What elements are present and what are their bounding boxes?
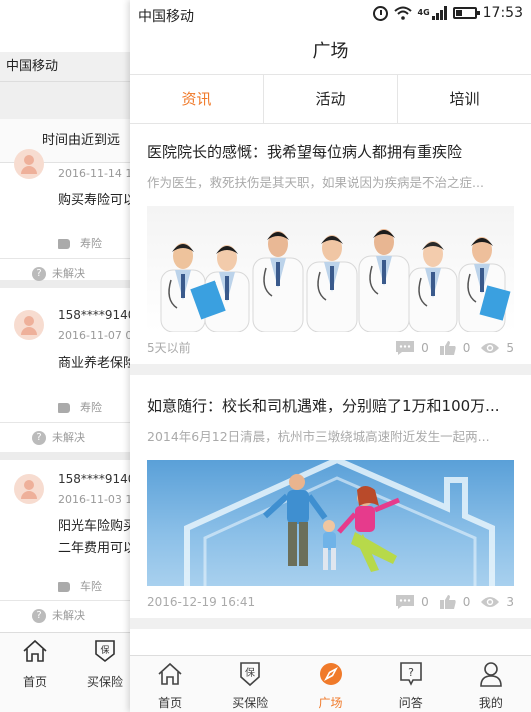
battery-icon <box>452 7 480 19</box>
article-time: 5天以前 <box>147 341 191 355</box>
tab-activities[interactable]: 活动 <box>264 75 398 123</box>
article-meta: 5天以前 0 0 5 <box>147 332 514 364</box>
question-icon: ? <box>399 662 422 686</box>
question-icon: ? <box>32 267 46 281</box>
doctors-illustration <box>160 229 511 332</box>
bg-question-title-line-1: 阳光车险购买 <box>58 519 137 534</box>
tag-icon <box>58 582 70 592</box>
bg-question-tag: 寿险 <box>58 399 102 415</box>
svg-text:保: 保 <box>245 666 255 679</box>
like-count[interactable]: 0 <box>439 332 470 364</box>
bg-status-area <box>0 0 140 52</box>
status-bar: 中国移动 4G 17:53 <box>130 0 531 30</box>
shield-icon: 保 <box>95 640 115 663</box>
avatar <box>14 149 44 179</box>
bg-carrier-label: 中国移动 <box>0 52 140 82</box>
bottom-tab-bar: 首页 保 买保险 广场 ? 问答 我的 <box>130 655 531 712</box>
tag-icon <box>58 403 70 413</box>
comment-count[interactable]: 0 <box>395 332 429 364</box>
article-card[interactable]: 如意随行：校长和司机遇难，分别赔了1万和100万... 2014年6月12日清晨… <box>130 375 531 618</box>
article-title: 医院院长的感慨：我希望每位病人都拥有重疾险 <box>147 143 463 161</box>
article-card[interactable]: 医院院长的感慨：我希望每位病人都拥有重疾险 作为医生，救死扶伤是其天职，如果说因… <box>130 124 531 364</box>
article-title: 如意随行：校长和司机遇难，分别赔了1万和100万... <box>147 397 500 415</box>
question-icon: ? <box>32 431 46 445</box>
svg-text:保: 保 <box>100 644 109 656</box>
bg-question-date: 2016-11-14 18 <box>58 167 140 180</box>
bg-question-status: ? 未解决 <box>0 258 140 288</box>
compass-icon <box>319 663 342 685</box>
bg-question-title: 购买寿险可以 <box>58 193 137 208</box>
eye-icon <box>481 597 500 607</box>
square-page: 中国移动 4G 17:53 广场 资讯 活动 培训 医院院长的感慨：我希望每位病… <box>130 0 531 712</box>
bg-question-title: 商业养老保险 <box>58 356 137 371</box>
avatar <box>14 310 44 340</box>
tab-home[interactable]: 首页 <box>130 656 210 712</box>
bg-question-title-line-2: 二年费用可以 <box>58 541 137 556</box>
thumbs-up-icon <box>439 341 456 355</box>
network-type-label: 4G <box>417 8 430 17</box>
bg-question-date: 2016-11-03 16 <box>58 493 140 506</box>
eye-icon <box>481 343 500 353</box>
bg-question-phone: 158****9140 <box>58 308 136 322</box>
avatar <box>14 474 44 504</box>
thumbs-up-icon <box>439 595 456 609</box>
comment-icon <box>396 341 415 355</box>
tag-icon <box>58 239 70 249</box>
tab-qa[interactable]: ? 问答 <box>371 656 451 712</box>
signal-icon <box>431 6 447 20</box>
tab-training[interactable]: 培训 <box>398 75 531 123</box>
comment-icon <box>396 595 415 609</box>
shield-icon: 保 <box>240 662 261 687</box>
article-summary: 作为医生，救死扶伤是其天职，如果说因为疾病是不治之症... <box>147 175 484 190</box>
question-icon: ? <box>32 609 46 623</box>
bg-question-card[interactable]: 2016-11-14 18 购买寿险可以 寿险 ? 未解决 <box>0 149 140 288</box>
bg-question-card[interactable]: 158****9140 2016-11-07 09 商业养老保险 寿险 ? 未解决 <box>0 288 140 460</box>
page-title: 广场 <box>130 30 531 74</box>
carrier-label: 中国移动 <box>138 9 194 25</box>
clock-time: 17:53 <box>482 5 523 21</box>
svg-text:?: ? <box>408 666 414 679</box>
category-tabs: 资讯 活动 培训 <box>130 74 531 124</box>
home-icon <box>23 639 47 662</box>
background-page: 中国移动 时间由近到远 2016-11-14 18 购买寿险可以 寿险 ? 未解决… <box>0 0 140 712</box>
tab-news[interactable]: 资讯 <box>130 75 264 123</box>
article-time: 2016-12-19 16:41 <box>147 595 256 609</box>
comment-count[interactable]: 0 <box>395 586 429 618</box>
bg-question-status: ? 未解决 <box>0 422 140 452</box>
like-count[interactable]: 0 <box>439 586 470 618</box>
tab-mine[interactable]: 我的 <box>451 656 531 712</box>
alarm-icon <box>372 5 388 21</box>
doctors-photo <box>147 206 514 332</box>
home-icon <box>158 662 182 685</box>
family-house-photo <box>147 460 514 586</box>
bg-question-tag: 车险 <box>58 578 102 594</box>
bg-tab-home[interactable]: 首页 <box>0 633 70 690</box>
bg-question-tag: 寿险 <box>58 235 102 251</box>
wifi-icon <box>393 6 412 20</box>
tab-square[interactable]: 广场 <box>290 656 370 712</box>
article-meta: 2016-12-19 16:41 0 0 3 <box>147 586 514 618</box>
view-count: 5 <box>480 332 514 364</box>
tab-buy-insurance[interactable]: 保 买保险 <box>210 656 290 712</box>
article-summary: 2014年6月12日清晨，杭州市三墩绕城高速附近发生一起两... <box>147 429 490 444</box>
bg-question-status: ? 未解决 <box>0 600 140 630</box>
bg-question-date: 2016-11-07 09 <box>58 329 140 342</box>
person-icon <box>480 662 502 687</box>
bg-question-card[interactable]: 158****9140 2016-11-03 16 阳光车险购买 二年费用可以 … <box>0 460 140 650</box>
family-illustration <box>184 460 495 586</box>
screen: 中国移动 时间由近到远 2016-11-14 18 购买寿险可以 寿险 ? 未解决… <box>0 0 531 712</box>
bg-tab-bar: 首页 保 买保险 <box>0 632 140 712</box>
bg-question-phone: 158****9140 <box>58 472 136 486</box>
view-count: 3 <box>480 586 514 618</box>
